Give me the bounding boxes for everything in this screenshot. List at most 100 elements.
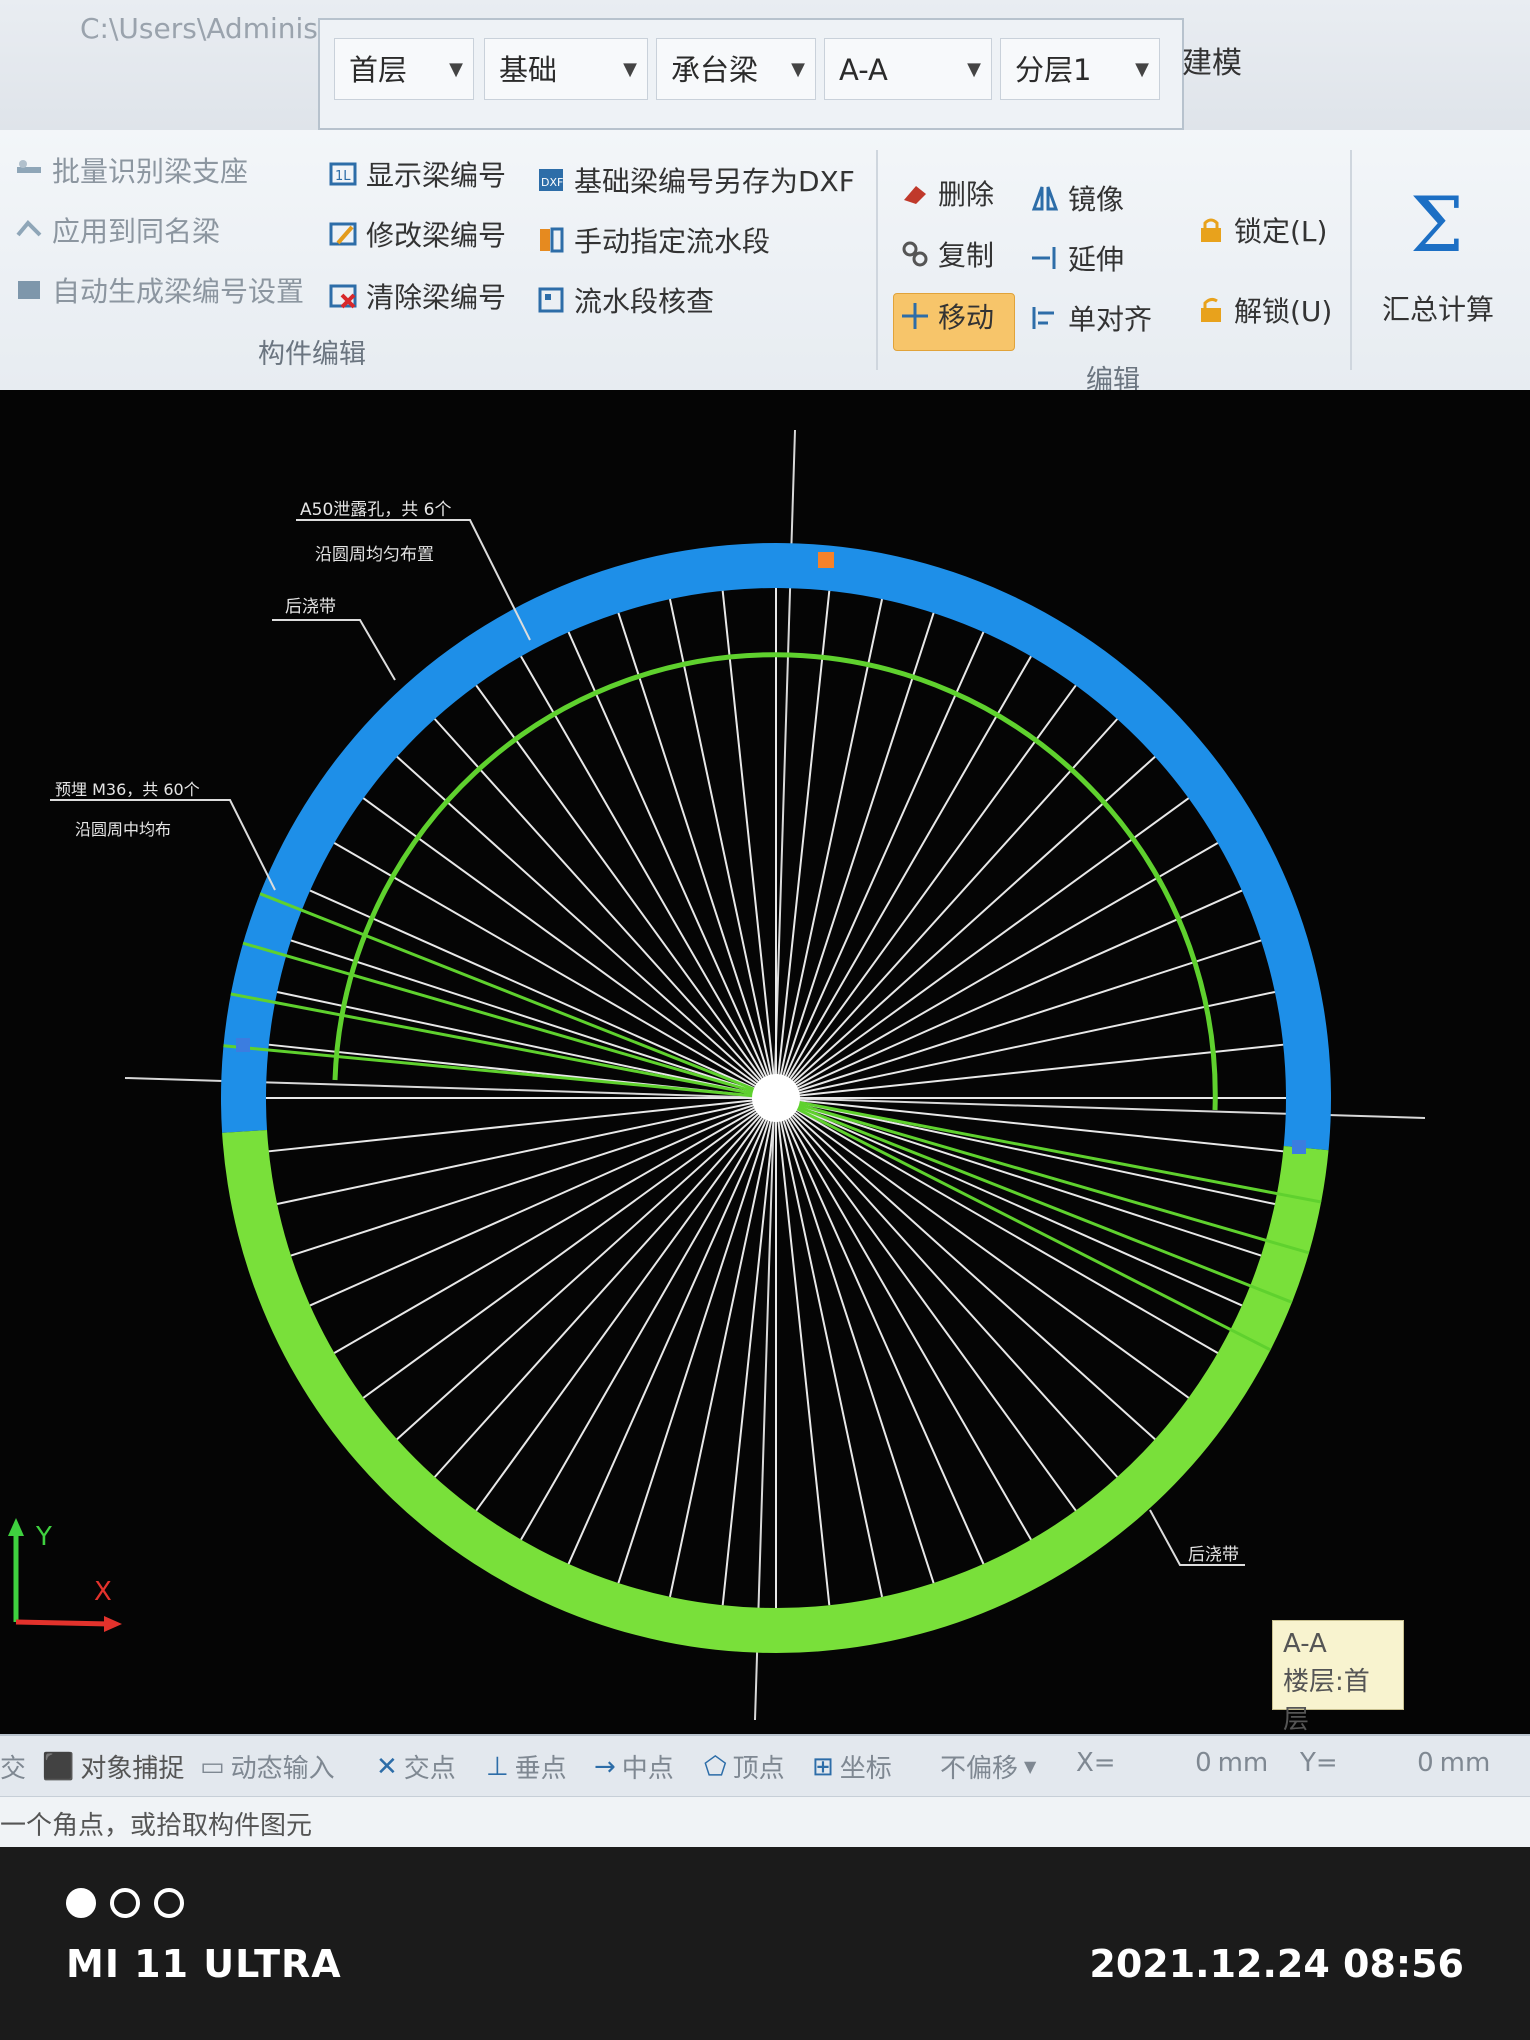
dot-icon [110, 1888, 140, 1918]
button-label: 移动 [938, 301, 995, 334]
radial-line [775, 655, 1032, 1099]
button-label: 手动指定流水段 [574, 225, 771, 258]
y-coordinate-field[interactable]: Y= 0 mm [1300, 1748, 1490, 1778]
snap-midpoint[interactable]: → 中点 [594, 1748, 674, 1785]
x-unit: mm [1217, 1748, 1269, 1778]
chevron-down-icon: ▼ [623, 59, 637, 80]
floor-select[interactable]: 首层 ▼ [334, 38, 474, 100]
divider [876, 150, 878, 370]
save-as-dxf-button[interactable]: DXF 基础梁编号另存为DXF [536, 160, 855, 200]
midpoint-icon: → [594, 1751, 616, 1782]
radial-line [775, 1043, 1284, 1099]
ribbon-toolbar: 批量识别梁支座 应用到同名梁 自动生成梁编号设置 构件编辑 1L 显示梁编号 修… [0, 130, 1530, 396]
title-bar: C:\Users\Administ 首层 ▼ 基础 ▼ 承台梁 ▼ A-A ▼ … [0, 0, 1530, 130]
edit-number-icon [329, 222, 357, 246]
mirror-button[interactable]: 镜像 [1030, 178, 1124, 218]
button-label: 流水段核查 [574, 285, 715, 318]
apply-same-name-beam-button[interactable]: 应用到同名梁 [14, 210, 220, 250]
show-beam-number-button[interactable]: 1L 显示梁编号 [328, 154, 506, 194]
dot-icon [154, 1888, 184, 1918]
radial-line [721, 590, 777, 1099]
radial-line [775, 1097, 1077, 1512]
category-select[interactable]: 基础 ▼ [484, 38, 648, 100]
dynamic-input-toggle[interactable]: ▭ 动态输入 [200, 1748, 335, 1785]
status-label: 交 [0, 1754, 27, 1784]
radial-line [475, 1097, 777, 1512]
radial-line [775, 1097, 1276, 1206]
move-button[interactable]: 移动 [900, 296, 994, 336]
mirror-icon [1031, 186, 1059, 211]
delete-button-label-wrap: 删除 [900, 173, 994, 213]
batch-identify-supports-button[interactable]: 批量识别梁支座 [14, 150, 248, 190]
camera-dots [66, 1888, 184, 1918]
y-axis-label: Y [35, 1522, 52, 1552]
status-label: 对象捕捉 [80, 1754, 185, 1784]
radial-line [268, 1097, 777, 1153]
x-coordinate-field[interactable]: X= 0 mm [1076, 1748, 1268, 1778]
extend-button[interactable]: 延伸 [1030, 238, 1124, 278]
radial-line [475, 684, 777, 1099]
clear-number-icon [329, 284, 357, 309]
highlighted-radial-line [775, 1096, 1272, 1352]
auto-number-settings-button[interactable]: 自动生成梁编号设置 [14, 270, 304, 310]
button-label: 基础梁编号另存为DXF [574, 165, 855, 198]
drawing-canvas[interactable]: A50泄露孔，共 6个 沿圆周均匀布置 后浇带 预埋 M36，共 60个 沿圆周… [0, 390, 1530, 1770]
snap-vertex[interactable]: ⬠ 顶点 [704, 1748, 785, 1785]
y-value: 0 [1417, 1748, 1434, 1778]
object-snap-toggle[interactable]: ⬛ 对象捕捉 [42, 1748, 184, 1785]
lock-button[interactable]: 锁定(L) [1196, 210, 1327, 250]
file-path: C:\Users\Administ [80, 12, 329, 45]
component-name-select[interactable]: A-A ▼ [824, 38, 992, 100]
tab-modeling[interactable]: 建模 [1182, 38, 1242, 82]
edit-beam-number-button[interactable]: 修改梁编号 [328, 214, 506, 254]
chevron-down-icon: ▼ [1024, 1757, 1037, 1776]
ortho-toggle[interactable]: 交 [0, 1748, 26, 1785]
status-label: 中点 [621, 1754, 674, 1784]
summary-calc-button[interactable]: 汇总计算 [1382, 288, 1494, 328]
copy-button[interactable]: 复制 [900, 234, 994, 274]
radial-line [775, 889, 1243, 1099]
x-value: 0 [1195, 1748, 1212, 1778]
status-bar: 交 ⬛ 对象捕捉 ▭ 动态输入 ✕ 交点 ⊥ 垂点 → 中点 ⬠ 顶点 ⊞ 坐标 不偏移 ▼ X… [0, 1734, 1530, 1798]
grip-marker[interactable] [818, 552, 834, 568]
radial-line [775, 631, 985, 1099]
status-label: 顶点 [732, 1754, 785, 1784]
snap-icon: ⬛ [42, 1751, 75, 1782]
unlock-button[interactable]: 解锁(U) [1196, 290, 1332, 330]
perpendicular-icon: ⊥ [486, 1751, 509, 1782]
intersection-icon: ✕ [376, 1751, 398, 1782]
grip-marker[interactable] [236, 1038, 250, 1052]
pour-strip-top-label: 后浇带 [285, 597, 336, 617]
align-icon [1032, 307, 1054, 329]
radial-line [520, 1097, 777, 1541]
grip-marker[interactable] [1292, 1140, 1306, 1154]
component-type-select[interactable]: 承台梁 ▼ [656, 38, 816, 100]
snap-intersection[interactable]: ✕ 交点 [376, 1748, 456, 1785]
status-label: 坐标 [839, 1754, 892, 1784]
offset-select[interactable]: 不偏移 ▼ [940, 1748, 1036, 1785]
button-label: 显示梁编号 [366, 159, 507, 192]
extend-icon [1032, 247, 1056, 269]
apply-icon [16, 220, 42, 237]
manual-flow-segment-button[interactable]: 手动指定流水段 [536, 220, 770, 260]
status-label: 不偏移 [940, 1754, 1019, 1784]
clear-beam-number-button[interactable]: 清除梁编号 [328, 276, 506, 316]
status-label: 交点 [403, 1754, 456, 1784]
flow-segment-icon [540, 227, 564, 253]
radial-line [396, 756, 777, 1099]
hole-note-2: 沿圆周均匀布置 [315, 545, 434, 565]
cad-drawing[interactable]: A50泄露孔，共 6个 沿圆周均匀布置 后浇带 预埋 M36，共 60个 沿圆周… [0, 390, 1530, 1770]
radial-line [276, 990, 777, 1099]
coordinate-icon: ⊞ [812, 1751, 834, 1782]
radial-line [333, 842, 777, 1099]
layer-select[interactable]: 分层1 ▼ [1000, 38, 1160, 100]
command-prompt: 一个角点，或拾取构件图元 [0, 1811, 313, 1841]
align-button[interactable]: 单对齐 [1030, 298, 1152, 338]
snap-coordinate[interactable]: ⊞ 坐标 [812, 1748, 892, 1785]
x-axis-indicator [15, 1619, 111, 1627]
component-type-select-value: 承台梁 [671, 53, 759, 87]
radial-line [668, 1097, 777, 1598]
radial-line [775, 939, 1262, 1099]
flow-segment-check-button[interactable]: 流水段核查 [536, 280, 714, 320]
snap-perpendicular[interactable]: ⊥ 垂点 [486, 1748, 567, 1785]
